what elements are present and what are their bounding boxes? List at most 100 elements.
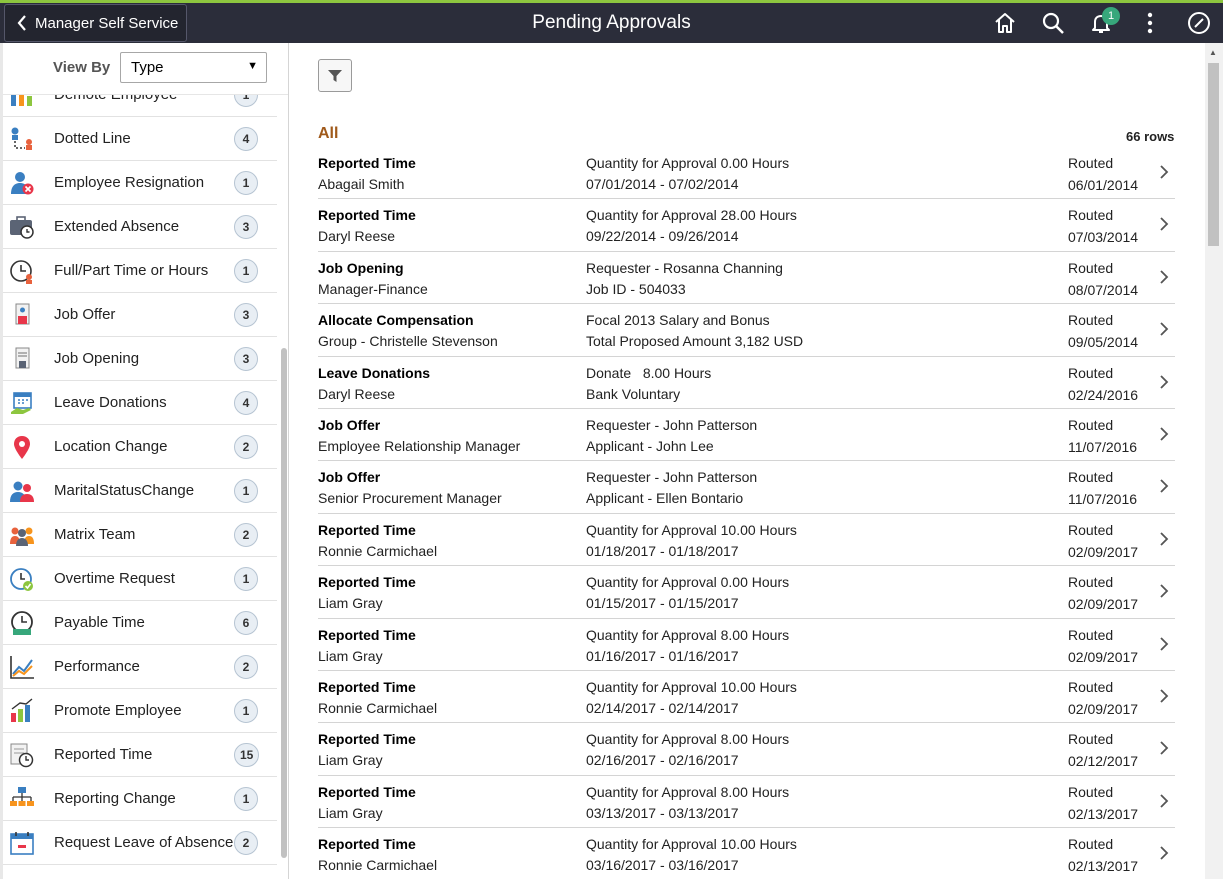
sidebar-item-label: Payable Time bbox=[54, 614, 145, 631]
row-detail-2: Job ID - 504033 bbox=[586, 280, 686, 297]
chevron-right-icon bbox=[1160, 165, 1169, 179]
approval-row[interactable]: Reported Time Ronnie Carmichael Quantity f… bbox=[318, 671, 1175, 724]
filter-icon bbox=[328, 69, 342, 82]
sidebar-item-dotted-line[interactable]: Dotted Line 4 bbox=[3, 117, 277, 161]
sidebar-item-count: 4 bbox=[234, 127, 258, 151]
sidebar-item-overtime-request[interactable]: Overtime Request 1 bbox=[3, 557, 277, 601]
row-detail-2: Total Proposed Amount 3,182 USD bbox=[586, 333, 804, 350]
approval-row[interactable]: Reported Time Liam Gray Quantity for Appro… bbox=[318, 619, 1175, 671]
approval-row[interactable]: Allocate Compensation Group - Christelle … bbox=[318, 304, 1175, 357]
approval-row[interactable]: Reported Time Abagail Smith Quantity for A… bbox=[318, 147, 1175, 200]
row-name: Daryl Reese bbox=[318, 385, 396, 402]
sidebar-item-count: 6 bbox=[234, 611, 258, 635]
row-name: Ronnie Carmichael bbox=[318, 699, 438, 716]
sidebar-scrollbar[interactable] bbox=[281, 348, 287, 858]
sidebar-item-extended-absence[interactable]: Extended Absence 3 bbox=[3, 205, 277, 249]
view-by-label: View By bbox=[53, 59, 111, 76]
sidebar-item-matrix-team[interactable]: Matrix Team 2 bbox=[3, 513, 277, 557]
row-detail-2: 07/01/2014 - 07/02/2014 bbox=[586, 176, 739, 192]
row-status: Routed bbox=[1068, 574, 1114, 591]
back-button-label: Manager Self Service bbox=[35, 14, 179, 32]
rows-count: 66 rows bbox=[1126, 129, 1175, 144]
view-by-select[interactable]: Type ▼ bbox=[120, 52, 267, 83]
sidebar-item-count: 1 bbox=[234, 479, 258, 503]
sidebar-item-count: 2 bbox=[234, 831, 258, 855]
sidebar-item-count: 2 bbox=[234, 435, 258, 459]
more-vertical-icon[interactable] bbox=[1137, 10, 1163, 36]
view-by-value: Type bbox=[131, 59, 164, 76]
sidebar-item-full-part-time[interactable]: Full/Part Time or Hours 1 bbox=[3, 249, 277, 293]
approval-row[interactable]: Reported Time Liam Gray Quantity for Appro… bbox=[318, 566, 1175, 619]
row-detail-2: 03/16/2017 - 03/16/2017 bbox=[586, 857, 739, 874]
header-bar: Pending Approvals Manager Self Service 1 bbox=[0, 3, 1223, 43]
row-detail-1: Quantity for Approval 8.00 Hours bbox=[586, 783, 790, 800]
sidebar-item-label: Reported Time bbox=[54, 746, 153, 763]
calendar-hand-icon bbox=[11, 392, 32, 414]
search-icon[interactable] bbox=[1040, 10, 1066, 36]
sidebar-item-employee-resignation[interactable]: Employee Resignation 1 bbox=[3, 161, 277, 205]
approval-row[interactable]: Reported Time Daryl Reese Quantity for App… bbox=[318, 199, 1175, 252]
sidebar-item-count: 3 bbox=[234, 347, 258, 371]
sidebar-item-count: 1 bbox=[234, 699, 258, 723]
chevron-right-icon bbox=[1160, 636, 1169, 651]
sidebar-item-reported-time[interactable]: Reported Time 15 bbox=[3, 733, 277, 777]
clock-money-icon bbox=[11, 611, 33, 635]
job-offer-icon bbox=[15, 303, 30, 325]
sidebar-item-label: Full/Part Time or Hours bbox=[54, 262, 209, 279]
approval-row[interactable]: Reported Time Liam Gray Quantity for Appro… bbox=[318, 776, 1175, 829]
sidebar-item-marital-status-change[interactable]: MaritalStatusChange 1 bbox=[3, 469, 277, 513]
bell-icon[interactable]: 1 bbox=[1088, 7, 1120, 36]
row-name: Liam Gray bbox=[318, 804, 383, 821]
sidebar-item-promote-employee[interactable]: Promote Employee 1 bbox=[3, 689, 277, 733]
row-name: Liam Gray bbox=[318, 647, 383, 664]
chevron-right-icon bbox=[1160, 794, 1169, 808]
scroll-up-arrow-icon[interactable]: ▲ bbox=[1209, 48, 1217, 57]
sidebar-item-label: Job Offer bbox=[54, 306, 116, 323]
row-date: 11/07/2016 bbox=[1068, 438, 1138, 455]
navbar-compass-icon[interactable] bbox=[1186, 10, 1212, 36]
dotted-line-icon bbox=[11, 127, 32, 150]
sidebar-item-job-opening[interactable]: Job Opening 3 bbox=[3, 337, 277, 381]
sidebar-item-label: Job Opening bbox=[54, 350, 140, 367]
couple-icon bbox=[10, 481, 34, 502]
dropdown-arrow-icon: ▼ bbox=[247, 60, 258, 72]
map-pin-icon bbox=[14, 436, 30, 459]
sidebar-item-payable-time[interactable]: Payable Time 6 bbox=[3, 601, 277, 645]
filter-button[interactable] bbox=[318, 59, 352, 92]
approval-row[interactable]: Reported Time Liam Gray Quantity for Appro… bbox=[318, 723, 1175, 776]
approval-row[interactable]: Reported Time Ronnie Carmichael Quantity f… bbox=[318, 828, 1175, 879]
row-detail-2: 02/16/2017 - 02/16/2017 bbox=[586, 752, 739, 769]
approval-row[interactable]: Reported Time Ronnie Carmichael Quantity f… bbox=[318, 514, 1175, 567]
approval-row[interactable]: Job Offer Senior Procurement Manager Reque… bbox=[318, 461, 1175, 514]
sidebar-item-count: 4 bbox=[234, 391, 258, 415]
row-name: Employee Relationship Manager bbox=[318, 437, 521, 454]
row-detail-2: Applicant - Ellen Bontario bbox=[586, 490, 744, 507]
row-status: Routed bbox=[1068, 364, 1114, 381]
main-scrollbar-thumb[interactable] bbox=[1208, 63, 1219, 246]
sidebar-item-job-offer[interactable]: Job Offer 3 bbox=[3, 293, 277, 337]
sidebar-item-leave-donations[interactable]: Leave Donations 4 bbox=[3, 381, 277, 425]
chevron-right-icon bbox=[1160, 374, 1169, 389]
approval-row[interactable]: Job Opening Manager-Finance Requester - Ro… bbox=[318, 252, 1175, 305]
back-button[interactable]: Manager Self Service bbox=[4, 4, 187, 42]
approval-row[interactable]: Job Offer Employee Relationship Manager Re… bbox=[318, 409, 1175, 462]
row-type: Reported Time bbox=[318, 731, 416, 748]
row-type: Reported Time bbox=[318, 783, 416, 800]
sidebar-item-request-leave-of-absence[interactable]: Request Leave of Absence 2 bbox=[3, 821, 277, 865]
home-icon[interactable] bbox=[992, 10, 1018, 36]
row-type: Job Opening bbox=[318, 259, 404, 276]
approval-row[interactable]: Leave Donations Daryl Reese Donate 8.00 Ho… bbox=[318, 357, 1175, 409]
row-status: Routed bbox=[1068, 416, 1114, 433]
chevron-right-icon bbox=[1160, 689, 1169, 703]
line-chart-icon bbox=[10, 656, 34, 679]
sidebar-item-performance[interactable]: Performance 2 bbox=[3, 645, 277, 689]
row-detail-1: Quantity for Approval 10.00 Hours bbox=[586, 678, 797, 695]
chevron-right-icon bbox=[1160, 584, 1169, 598]
row-name: Liam Gray bbox=[318, 595, 383, 612]
row-detail-1: Quantity for Approval 8.00 Hours bbox=[586, 731, 790, 748]
sidebar-item-count: 1 bbox=[234, 259, 258, 283]
timesheet-icon bbox=[10, 743, 34, 768]
sidebar-item-reporting-change[interactable]: Reporting Change 1 bbox=[3, 777, 277, 821]
sidebar-item-location-change[interactable]: Location Change 2 bbox=[3, 425, 277, 469]
row-detail-1: Requester - Rosanna Channing bbox=[586, 259, 783, 276]
